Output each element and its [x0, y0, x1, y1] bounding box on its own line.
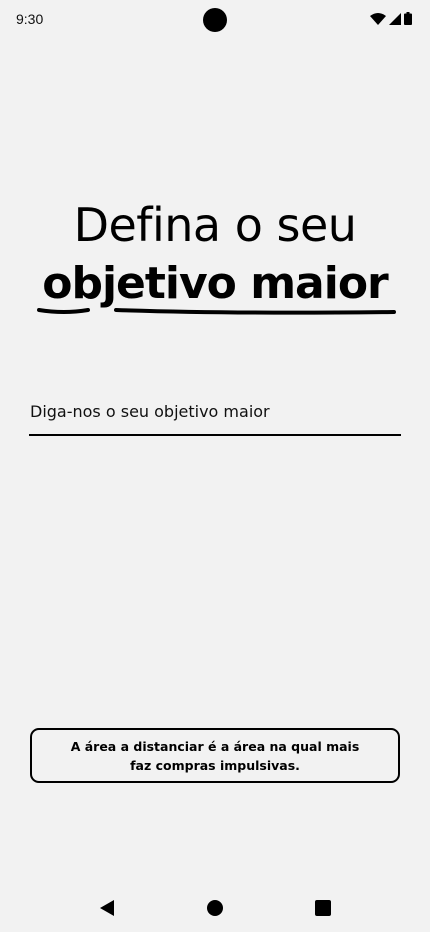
back-button[interactable] [97, 898, 117, 918]
page-title: Defina o seu objetivo maior [0, 196, 430, 320]
status-icons [370, 12, 412, 25]
title-underline [37, 308, 396, 315]
info-box: A área a distanciar é a área na qual mai… [30, 728, 400, 783]
status-bar: 9:30 [0, 0, 430, 40]
recents-icon [315, 900, 331, 916]
navigation-bar [0, 888, 430, 928]
recents-button[interactable] [313, 898, 333, 918]
back-icon [100, 900, 114, 916]
signal-icon [389, 12, 401, 25]
camera-cutout [203, 8, 227, 32]
goal-input-container [29, 392, 401, 436]
goal-input[interactable] [29, 392, 401, 430]
wifi-icon [370, 12, 386, 25]
battery-icon [404, 12, 412, 25]
info-text: A área a distanciar é a área na qual mai… [70, 738, 360, 773]
home-button[interactable] [205, 898, 225, 918]
home-icon [207, 900, 223, 916]
title-line-1: Defina o seu [73, 198, 357, 252]
status-time: 9:30 [16, 11, 44, 27]
